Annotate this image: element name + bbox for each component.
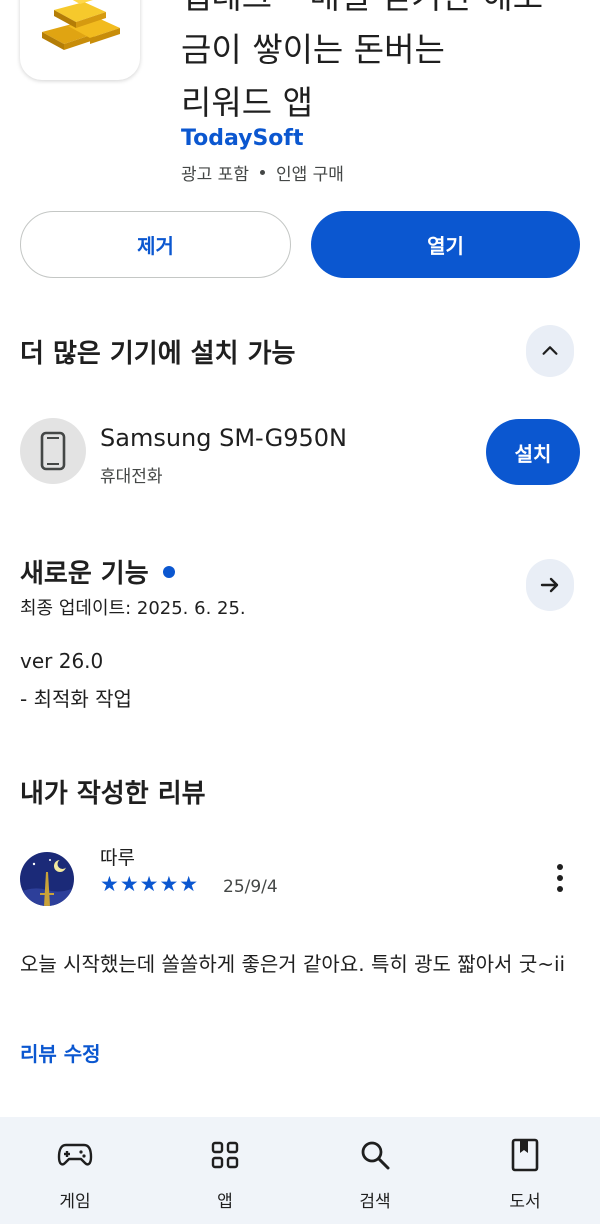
app-title-line-2: 금이 쌓이는 돈버는 bbox=[181, 30, 445, 69]
install-button[interactable]: 설치 bbox=[486, 419, 580, 485]
more-devices-title: 더 많은 기기에 설치 가능 bbox=[20, 339, 296, 369]
version-text: ver 26.0 bbox=[20, 649, 104, 673]
arrow-right-icon bbox=[540, 577, 559, 593]
nav-item-books[interactable]: 도서 bbox=[450, 1117, 600, 1224]
star-rating: ★★★★★ bbox=[100, 872, 200, 896]
avatar bbox=[20, 852, 74, 906]
phone-icon bbox=[20, 418, 86, 484]
my-review-title: 내가 작성한 리뷰 bbox=[20, 779, 206, 809]
whats-new-title: 새로운 기능 bbox=[20, 553, 175, 590]
chevron-up-icon bbox=[542, 346, 558, 355]
nav-label-books: 도서 bbox=[509, 1192, 541, 1212]
app-icon bbox=[20, 0, 140, 80]
whats-new-label: 새로운 기능 bbox=[20, 559, 149, 589]
action-buttons: 제거 열기 bbox=[20, 211, 580, 278]
contains-ads-label: 광고 포함 bbox=[181, 165, 249, 185]
nav-label-apps: 앱 bbox=[217, 1192, 233, 1212]
in-app-purchase-label: 인앱 구매 bbox=[275, 165, 344, 185]
more-options-icon[interactable] bbox=[546, 860, 574, 896]
last-updated: 최종 업데이트: 2025. 6. 25. bbox=[20, 598, 246, 619]
device-row: Samsung SM-G950N 휴대전화 설치 bbox=[20, 418, 580, 487]
collapse-button[interactable] bbox=[526, 325, 574, 377]
app-title-line-1: 앱테크 – 매일 걷기만 해도 bbox=[181, 0, 581, 23]
app-title-line-3: 리워드 앱 bbox=[181, 83, 313, 122]
separator-dot bbox=[259, 170, 265, 175]
book-icon bbox=[507, 1137, 543, 1173]
apps-grid-icon bbox=[207, 1137, 243, 1173]
nav-item-apps[interactable]: 앱 bbox=[150, 1117, 300, 1224]
uninstall-button[interactable]: 제거 bbox=[20, 211, 291, 278]
whats-new-arrow-button[interactable] bbox=[526, 559, 574, 611]
developer-link[interactable]: TodaySoft bbox=[181, 126, 304, 151]
app-title: 앱테크 – 매일 걷기만 해도 금이 쌓이는 돈버는 리워드 앱 bbox=[181, 0, 581, 129]
device-type: 휴대전화 bbox=[100, 467, 163, 487]
nav-label-search: 검색 bbox=[359, 1192, 391, 1212]
nav-item-games[interactable]: 게임 bbox=[0, 1117, 150, 1224]
device-name: Samsung SM-G950N bbox=[100, 424, 347, 452]
nav-label-games: 게임 bbox=[59, 1192, 91, 1212]
nav-item-search[interactable]: 검색 bbox=[300, 1117, 450, 1224]
app-meta: 광고 포함 인앱 구매 bbox=[181, 160, 344, 185]
review-date: 25/9/4 bbox=[223, 877, 278, 897]
open-button[interactable]: 열기 bbox=[311, 211, 580, 278]
gamepad-icon bbox=[57, 1137, 93, 1173]
reviewer-name: 따루 bbox=[100, 847, 135, 869]
update-note: - 최적화 작업 bbox=[20, 687, 132, 711]
edit-review-link[interactable]: 리뷰 수정 bbox=[20, 1038, 101, 1067]
gold-bars-icon bbox=[42, 0, 120, 50]
new-indicator-dot bbox=[162, 565, 175, 578]
bottom-nav: 게임 앱 검색 도서 bbox=[0, 1117, 600, 1224]
search-icon bbox=[357, 1137, 393, 1173]
review-text: 오늘 시작했는데 쏠쏠하게 좋은거 같아요. 특히 광도 짧아서 굿~ii bbox=[20, 952, 566, 976]
